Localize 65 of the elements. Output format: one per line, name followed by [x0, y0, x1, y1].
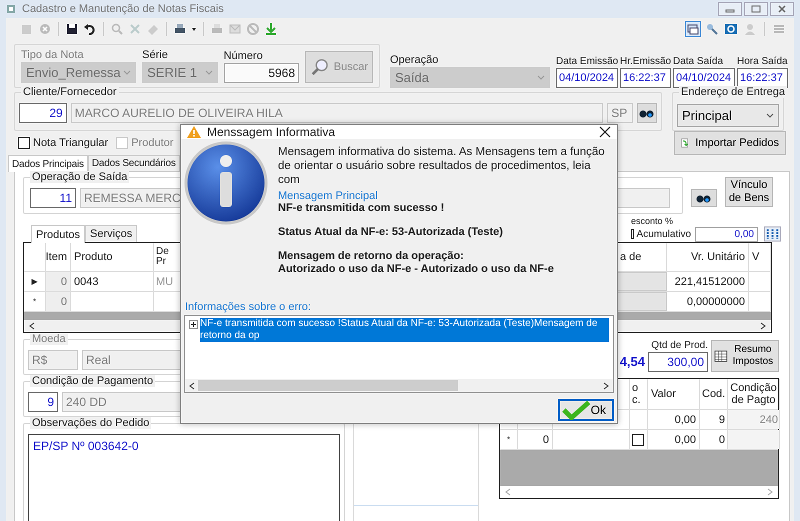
message-text: Mensagem de retorno da operação: Autorizado o uso da NF-e - Autorizado o uso da NF-e [278, 250, 555, 276]
delivery-address-dropdown[interactable]: Principal [677, 104, 779, 127]
field-label: Hora Saída [737, 55, 788, 68]
table-cell: 0 [518, 430, 553, 449]
group-label: Operação de Saída [30, 171, 130, 183]
section-label: Mensagem Principal [278, 190, 379, 202]
field-label: Tipo da Nota [21, 49, 85, 62]
message-text: NF-e transmitida com sucesso ! [278, 202, 446, 215]
payment-code-field[interactable]: 9 [28, 392, 58, 412]
field-label: Número [224, 50, 264, 63]
table-cell: 0 [46, 272, 71, 291]
tab[interactable]: Dados Principais [8, 155, 88, 172]
date-field[interactable]: 16:22:37 [737, 68, 788, 88]
tab[interactable]: Produtos [31, 225, 86, 243]
table-cell: 0043 [71, 272, 154, 291]
tree-item[interactable]: NF-e transmitida com sucesso !Status Atual da NF-e: 53-Autorizada (Teste)Mensagem de retorno da op [200, 318, 609, 342]
table-cell: 0,00 [648, 430, 700, 449]
link-assets-button[interactable]: Vínculo de Bens [725, 177, 773, 207]
column-header[interactable]: o c. [630, 379, 648, 409]
table-cell: 221,41512000 [667, 272, 749, 291]
table-cell: 0 [46, 292, 71, 311]
field-label: Série [142, 49, 169, 62]
column-header[interactable]: V [749, 243, 771, 271]
column-header[interactable]: Cod. [700, 379, 728, 409]
column-header[interactable]: Valor [648, 379, 700, 409]
tab[interactable]: Serviços [85, 225, 138, 242]
total-value: 4,54 [620, 354, 645, 371]
discount-label: esconto % [631, 216, 674, 226]
column-header[interactable]: Condição de Pagto [728, 379, 780, 409]
group-label: Condição de Pagamento [30, 375, 156, 387]
checkbox[interactable]: Nota Triangular [18, 137, 108, 149]
column-header[interactable]: Vr. Unitário [667, 243, 749, 271]
group-label: Moeda [30, 333, 68, 345]
group-label: Observações do Pedido [30, 417, 152, 429]
tab[interactable]: Dados Secundários [88, 155, 180, 171]
tax-summary-button[interactable]: Resumo Impostos [711, 340, 779, 372]
table-cell: 240 [728, 410, 780, 429]
group-label: Cliente/Fornecedor [21, 86, 119, 98]
message-text: Status Atual da NF-e: 53-Autorizada (Teste) [278, 226, 504, 239]
date-field[interactable]: 16:22:37 [620, 68, 671, 88]
group-label: Endereço de Entrega [679, 86, 787, 98]
import-orders-button[interactable]: Importar Pedidos [674, 131, 786, 155]
number-field[interactable]: 5968 [224, 63, 300, 83]
client-code-field[interactable]: 29 [19, 103, 67, 123]
field-label: Operação [390, 54, 440, 67]
table-cell: 0,00 [648, 410, 700, 429]
date-field[interactable]: 04/10/2024 [673, 68, 735, 88]
discount-field[interactable]: 0,00 [695, 226, 758, 242]
column-header[interactable]: Produto [71, 243, 154, 271]
ok-button[interactable]: Ok [558, 399, 614, 421]
table-cell: 0,00000000 [667, 292, 749, 311]
operation-code-field[interactable]: 11 [30, 188, 76, 208]
column-header[interactable]: Item [46, 243, 71, 271]
notes-text-area[interactable]: EP/SP Nº 003642-0 [28, 434, 340, 521]
window-title: Cadastro e Manutenção de Notas Fiscais [22, 3, 224, 15]
field-label: Data Saída [673, 55, 724, 68]
checkbox[interactable]: Acumulativo [631, 228, 691, 240]
field-label: Data Emissão [556, 55, 618, 68]
dialog-title: Menssagem Informativa [207, 125, 336, 139]
field-label: Hr.Emissão [620, 55, 671, 68]
field-label: Qtd de Prod. [650, 339, 708, 352]
quantity-field[interactable]: 300,00 [648, 352, 708, 372]
error-info-label: Informações sobre o erro: [185, 301, 312, 313]
date-field[interactable]: 04/10/2024 [556, 68, 618, 88]
intro-text: Mensagem informativa do sistema. As Mensagens tem a função de orientar o usuário sobre resultados de procedimentos, leia com [278, 145, 606, 187]
